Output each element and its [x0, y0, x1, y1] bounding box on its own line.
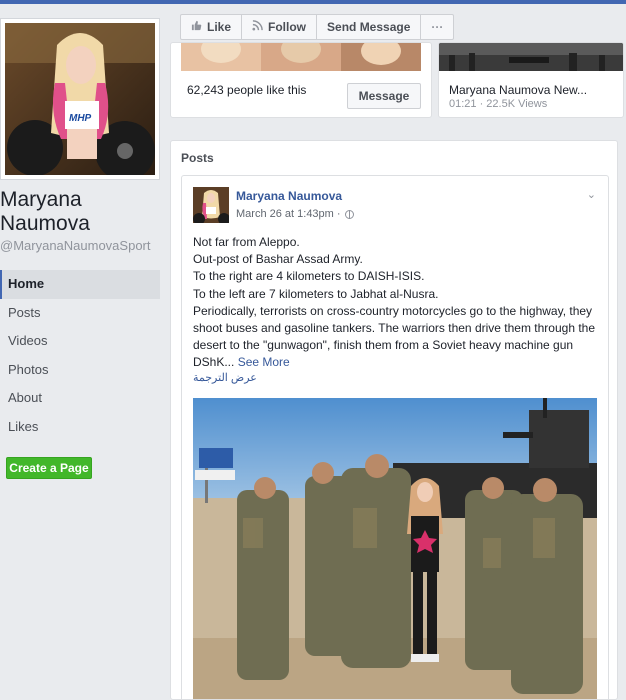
see-more-link[interactable]: See More [238, 355, 290, 369]
sidebar-item-posts[interactable]: Posts [0, 299, 160, 328]
create-page-button[interactable]: Create a Page [6, 457, 92, 479]
post-author-name[interactable]: Maryana Naumova [236, 189, 342, 203]
sidebar-item-likes[interactable]: Likes [0, 413, 160, 442]
post-text-line: Out-post of Bashar Assad Army. [193, 252, 363, 267]
sidebar-item-home[interactable]: Home [0, 270, 160, 299]
video-thumbnail[interactable] [439, 43, 623, 71]
follow-button[interactable]: Follow [242, 15, 318, 39]
send-message-button[interactable]: Send Message [317, 15, 422, 39]
like-label: Like [207, 20, 232, 34]
likes-card: 62,243 people like this Message [170, 42, 432, 118]
post-meta: March 26 at 1:43pm · [236, 208, 354, 220]
video-meta: 01:21 · 22.5K Views [449, 98, 548, 110]
sidebar-item-photos[interactable]: Photos [0, 356, 160, 385]
follow-label: Follow [268, 20, 307, 34]
chevron-down-icon[interactable]: ⌄ [587, 188, 596, 201]
page-name[interactable]: Maryana Naumova [0, 188, 168, 236]
profile-picture[interactable]: MHP [5, 23, 155, 175]
sidebar-nav: Home Posts Videos Photos About Likes [0, 270, 160, 442]
post-text: Not far from Aleppo. Out-post of Bashar … [193, 234, 599, 372]
post-text-line: Not far from Aleppo. [193, 235, 300, 249]
post-author-avatar[interactable] [193, 187, 229, 223]
post-date[interactable]: March 26 at 1:43pm · [236, 208, 341, 220]
post-photo[interactable] [193, 398, 597, 699]
sidebar-item-about[interactable]: About [0, 384, 160, 413]
posts-section: Posts Maryana Naumova March 26 at 1:43pm… [170, 140, 618, 700]
message-button[interactable]: Message [347, 83, 421, 109]
sidebar-item-videos[interactable]: Videos [0, 327, 160, 356]
page-handle[interactable]: @MaryanaNaumovaSport [0, 238, 150, 253]
posts-heading: Posts [181, 151, 214, 165]
post: Maryana Naumova March 26 at 1:43pm · ⌄ N… [181, 175, 609, 699]
likes-count-text: 62,243 people like this [187, 83, 307, 97]
like-button[interactable]: Like [181, 15, 243, 39]
post-text-paragraph: Periodically, terrorists on cross-countr… [193, 303, 599, 372]
video-title[interactable]: Maryana Naumova New... [449, 83, 587, 97]
liker-photos-strip[interactable] [181, 43, 421, 71]
page-action-bar: Like Follow Send Message ··· [180, 14, 455, 40]
rss-icon [252, 20, 263, 34]
post-text-line: To the left are 7 kilometers to Jabhat a… [193, 286, 439, 301]
more-options-button[interactable]: ··· [421, 15, 453, 39]
video-card[interactable]: Maryana Naumova New... 01:21 · 22.5K Vie… [438, 42, 624, 118]
see-translation-link[interactable]: عرض الترجمة [193, 371, 257, 384]
globe-icon [344, 209, 354, 219]
post-text-line: To the right are 4 kilometers to DAISH-I… [193, 269, 425, 284]
thumbs-up-icon [191, 20, 202, 34]
left-sidebar: MHP Maryana Naumova @MaryanaNaumovaSport… [0, 4, 168, 700]
profile-picture-frame[interactable]: MHP [0, 18, 160, 180]
svg-text:MHP: MHP [69, 113, 92, 124]
